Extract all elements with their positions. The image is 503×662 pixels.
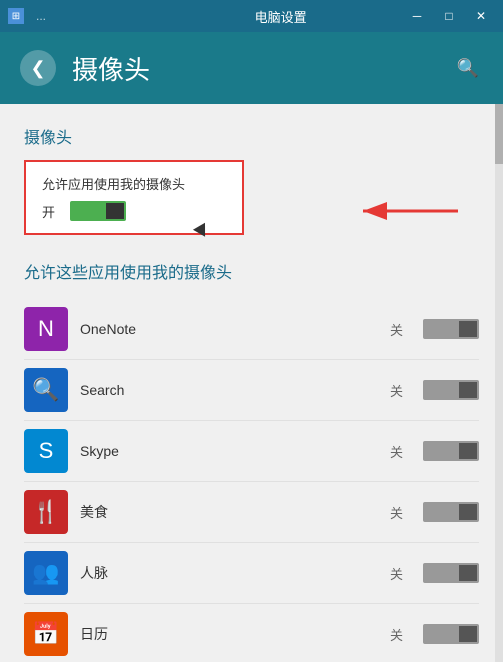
apps-section-title: 允许这些应用使用我的摄像头: [24, 259, 479, 283]
app-toggle-switch[interactable]: [423, 502, 479, 522]
app-list-item: 🍴 美食 关: [24, 482, 479, 543]
app-icon: 👥: [24, 551, 68, 595]
close-button[interactable]: ✕: [467, 6, 495, 26]
app-status: 关: [390, 320, 403, 339]
camera-toggle-switch[interactable]: [70, 201, 126, 221]
title-bar: ⊞ ... 电脑设置 ─ □ ✕: [0, 0, 503, 32]
app-list-item: N OneNote 关: [24, 299, 479, 360]
app-list-item: S Skype 关: [24, 421, 479, 482]
toggle-knob: [459, 626, 477, 642]
app-status: 关: [390, 625, 403, 644]
app-name: Skype: [80, 443, 378, 459]
toggle-knob: [459, 504, 477, 520]
app-status: 关: [390, 564, 403, 583]
toggle-knob: [459, 565, 477, 581]
app-toggle-switch[interactable]: [423, 441, 479, 461]
toggle-knob: [106, 203, 124, 219]
header-bar: ❮ 摄像头 🔍: [0, 32, 503, 104]
app-toggle-switch[interactable]: [423, 624, 479, 644]
app-toggle-switch[interactable]: [423, 380, 479, 400]
app-icon: 📅: [24, 612, 68, 656]
toggle-knob: [459, 321, 477, 337]
app-toggle-switch[interactable]: [423, 319, 479, 339]
camera-toggle-box: 允许应用使用我的摄像头 开: [24, 160, 244, 235]
window-controls: ─ □ ✕: [403, 6, 495, 26]
app-list: N OneNote 关 🔍 Search 关 S Skype 关 🍴 美食 关 …: [24, 299, 479, 662]
app-name: OneNote: [80, 321, 378, 337]
app-name: Search: [80, 382, 378, 398]
app-toggle-switch[interactable]: [423, 563, 479, 583]
page-title: 摄像头: [72, 50, 437, 87]
title-bar-dots: ...: [36, 9, 158, 23]
main-content: 摄像头 允许应用使用我的摄像头 开 允许这些应用使用我的摄像头 N OneNot…: [0, 104, 503, 662]
windows-icon: ⊞: [12, 11, 20, 22]
search-icon: 🔍: [457, 58, 479, 79]
app-status: 关: [390, 381, 403, 400]
back-button[interactable]: ❮: [20, 50, 56, 86]
app-icon: 🔍: [24, 368, 68, 412]
toggle-knob: [459, 443, 477, 459]
app-list-item: 📅 日历 关: [24, 604, 479, 662]
search-button[interactable]: 🔍: [453, 53, 483, 83]
app-icon: 🍴: [24, 490, 68, 534]
app-list-item: 👥 人脉 关: [24, 543, 479, 604]
toggle-knob: [459, 382, 477, 398]
app-list-item: 🔍 Search 关: [24, 360, 479, 421]
arrow-annotation: [343, 186, 463, 241]
app-icon: S: [24, 429, 68, 473]
minimize-button[interactable]: ─: [403, 6, 431, 26]
app-status: 关: [390, 503, 403, 522]
toggle-state: 开: [42, 202, 58, 221]
camera-section-title: 摄像头: [24, 124, 479, 148]
app-icon: N: [24, 307, 68, 351]
app-name: 日历: [80, 624, 378, 644]
app-status: 关: [390, 442, 403, 461]
app-name: 美食: [80, 502, 378, 522]
app-name: 人脉: [80, 563, 378, 583]
window-title: 电脑设置: [158, 7, 403, 26]
app-icon: ⊞: [8, 8, 24, 24]
restore-button[interactable]: □: [435, 6, 463, 26]
camera-toggle-label: 允许应用使用我的摄像头: [42, 174, 226, 193]
